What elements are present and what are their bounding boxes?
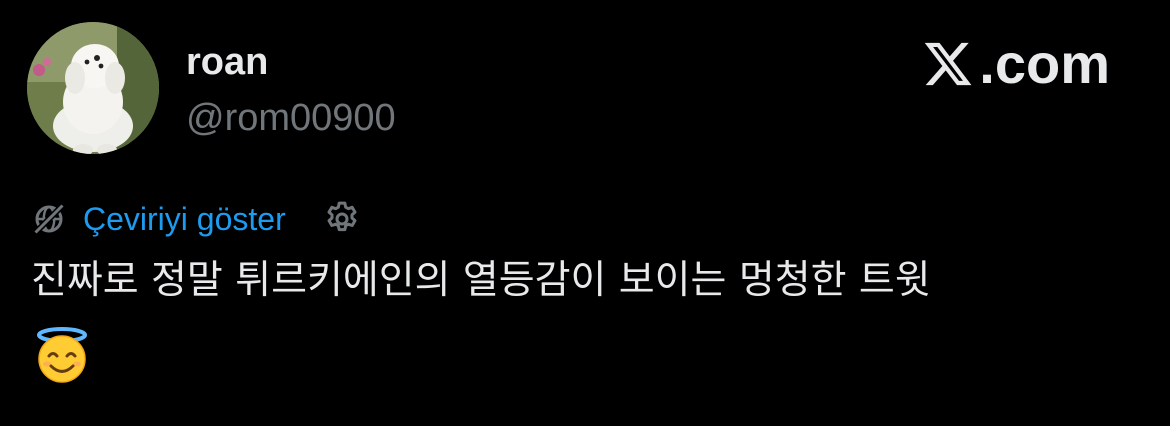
tweet-text: 진짜로 정말 튀르키에인의 열등감이 보이는 멍청한 트윗 xyxy=(31,258,931,303)
avatar[interactable] xyxy=(27,22,159,154)
user-handle[interactable]: @rom00900 xyxy=(186,94,396,142)
smiling-face-with-halo-emoji xyxy=(37,327,87,383)
x-com-watermark: .com xyxy=(921,32,1110,96)
gear-icon[interactable] xyxy=(322,199,362,239)
dog-avatar-image xyxy=(27,22,159,154)
x-logo-icon xyxy=(925,42,972,86)
display-name[interactable]: roan xyxy=(186,38,268,86)
show-translation-link[interactable]: Çeviriyi göster xyxy=(83,197,286,241)
brand-domain-text: .com xyxy=(979,32,1110,95)
translate-row: Çeviriyi göster xyxy=(31,196,362,242)
globe-slash-icon xyxy=(33,203,65,235)
